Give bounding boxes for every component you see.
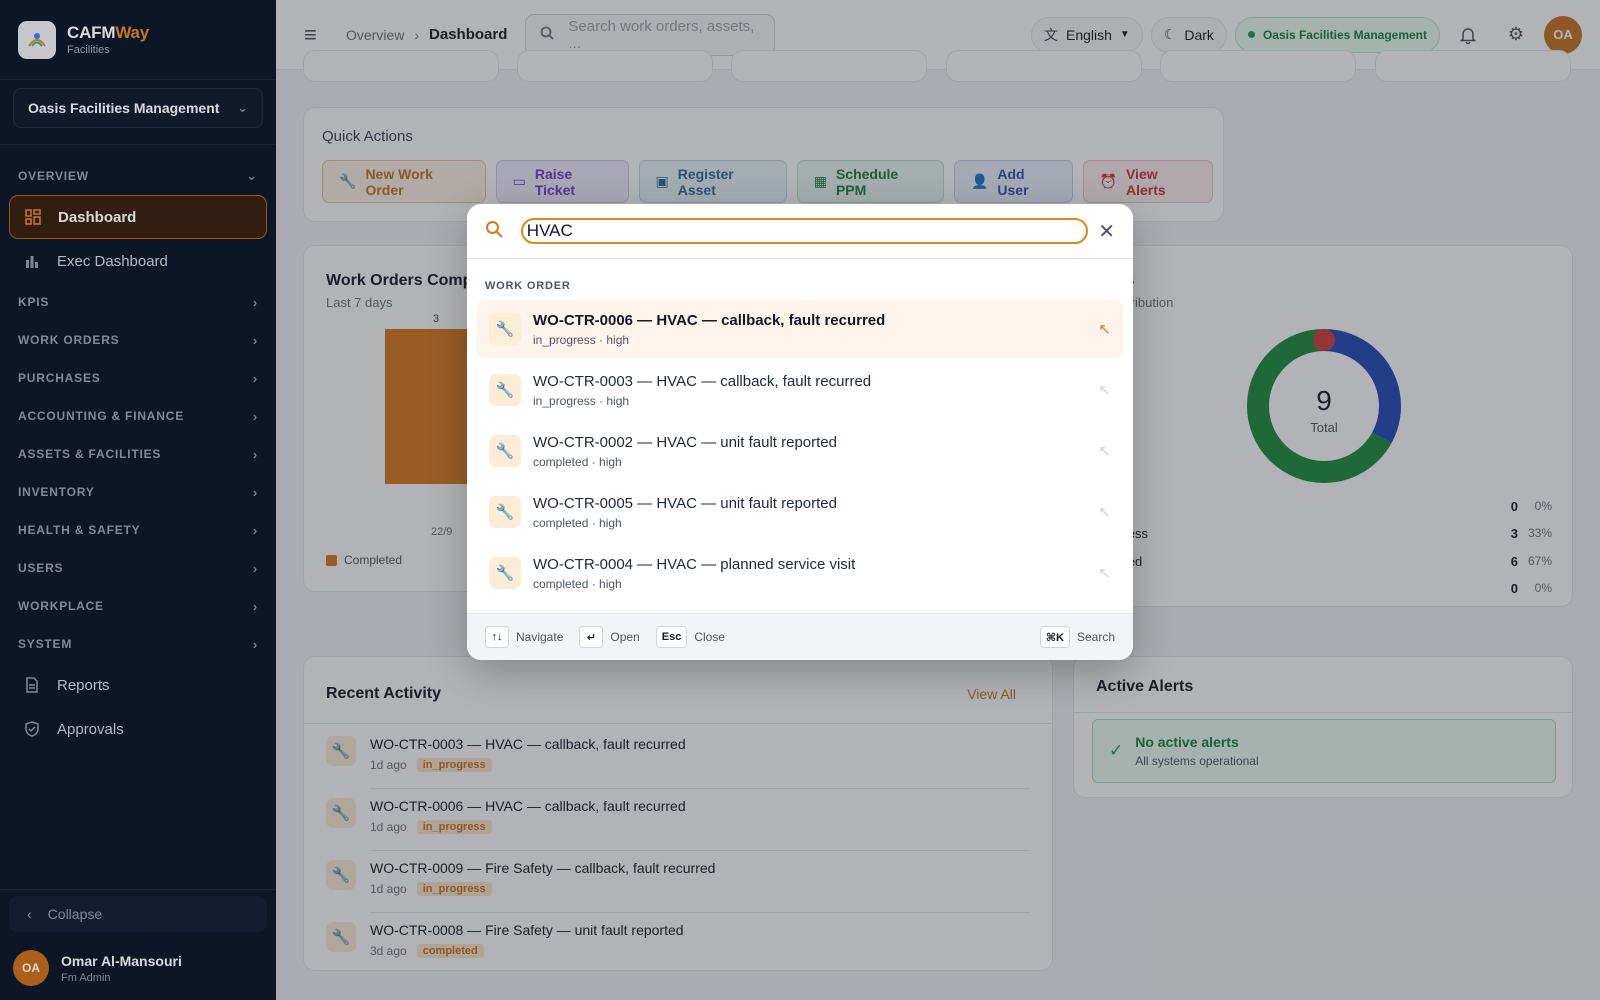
arrow-up-left-icon: ↖: [1098, 321, 1111, 338]
search-result-item[interactable]: 🔧 WO-CTR-0002 — HVAC — unit fault reporte…: [477, 422, 1123, 480]
kbd-open: ↵: [579, 626, 604, 648]
wrench-icon: 🔧: [489, 374, 521, 406]
search-result-item[interactable]: 🔧 WO-CTR-0003 — HVAC — callback, fault re…: [477, 361, 1123, 419]
sidebar: CAFMWay Facilities Oasis Facilities Mana…: [0, 0, 276, 1000]
search-icon: [485, 220, 509, 243]
arrow-up-left-icon: ↖: [1098, 382, 1111, 399]
search-result-item[interactable]: 🔧 WO-CTR-0006 — HVAC — callback, fault re…: [477, 300, 1123, 358]
search-result-item[interactable]: 🔧 WO-CTR-0005 — HVAC — unit fault reporte…: [477, 483, 1123, 541]
wrench-icon: 🔧: [489, 313, 521, 345]
kbd-navigate: ↑↓: [485, 626, 509, 648]
sidebar-dim-overlay: [0, 0, 276, 1000]
arrow-up-left-icon: ↖: [1098, 504, 1111, 521]
search-result-item[interactable]: 🔧 WO-CTR-0004 — HVAC — planned service vi…: [477, 544, 1123, 602]
command-palette-search: ✕: [467, 204, 1133, 259]
result-group-label: WORK ORDER: [485, 280, 571, 292]
kbd-search: ⌘K: [1039, 626, 1070, 648]
wrench-icon: 🔧: [489, 435, 521, 467]
command-search-input[interactable]: [520, 218, 1089, 244]
close-icon[interactable]: ✕: [1098, 219, 1115, 244]
kbd-close: Esc: [655, 626, 688, 648]
wrench-icon: 🔧: [489, 557, 521, 589]
command-palette-footer: ↑↓ Navigate ↵ Open Esc Close ⌘K Search: [467, 613, 1133, 660]
arrow-up-left-icon: ↖: [1098, 443, 1111, 460]
command-palette: ✕ WORK ORDER 🔧WO-CTR-0006 — HVAC — callb…: [467, 204, 1133, 660]
wrench-icon: 🔧: [489, 496, 521, 528]
arrow-up-left-icon: ↖: [1098, 565, 1111, 582]
